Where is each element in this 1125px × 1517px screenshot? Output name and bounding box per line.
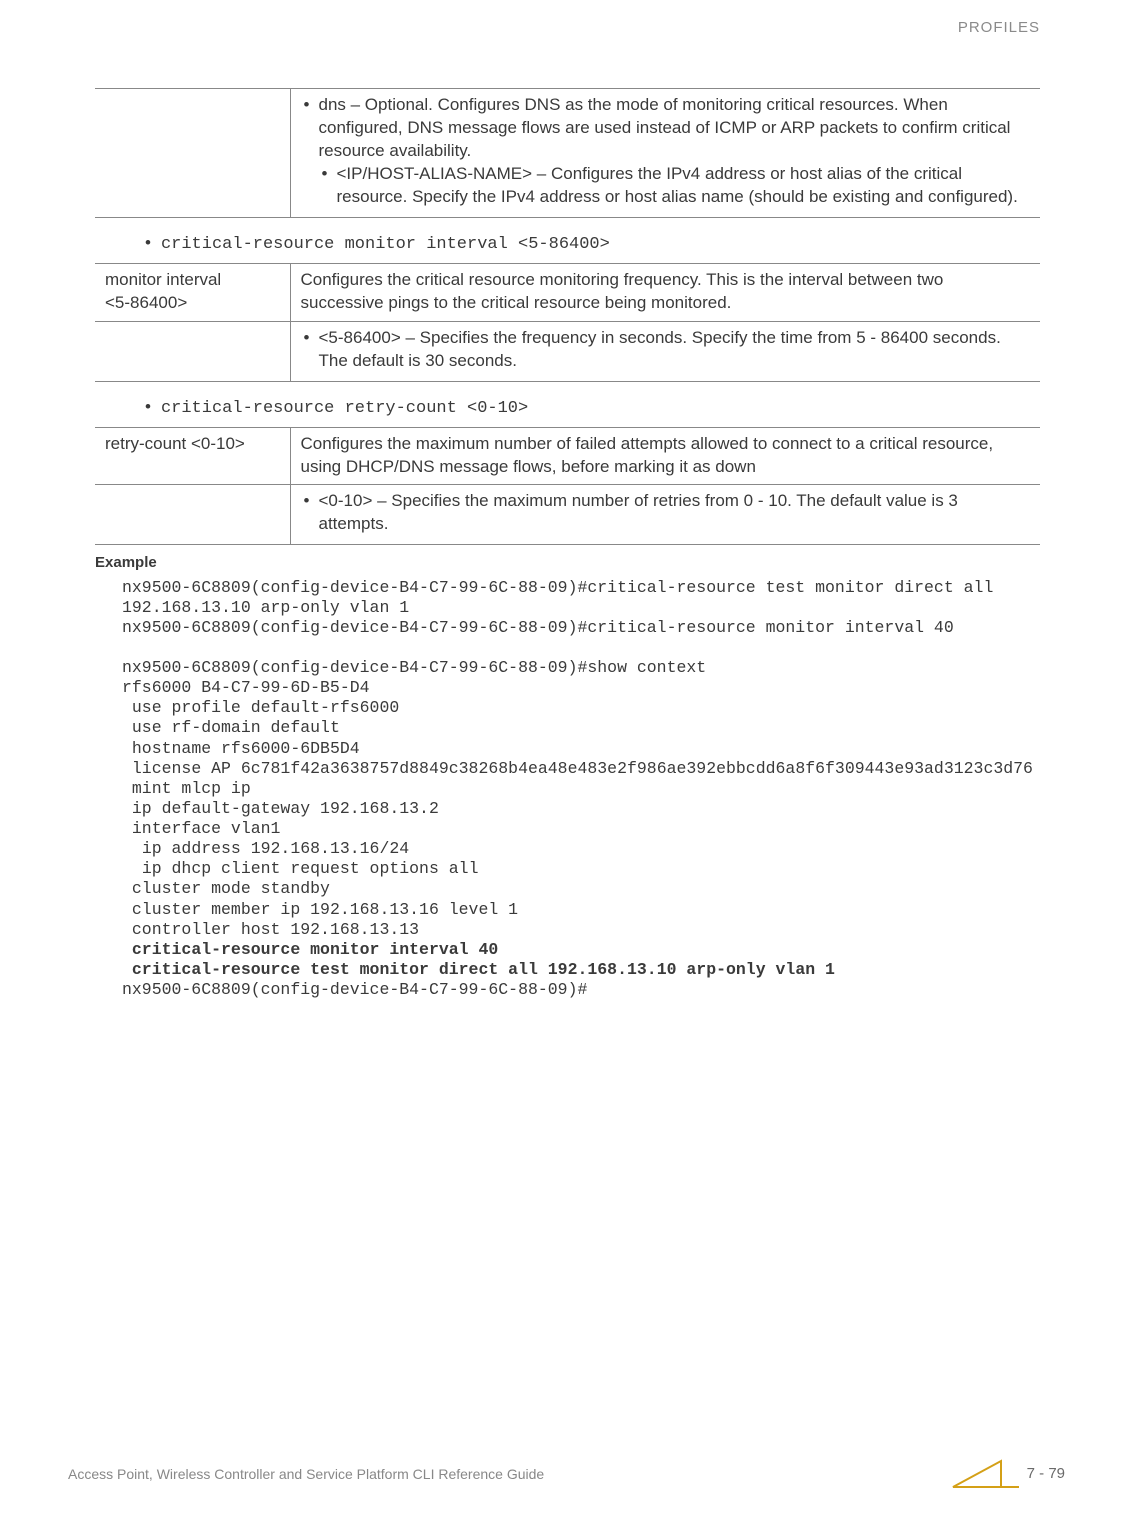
code-line-bold: critical-resource monitor interval 40 <box>122 940 498 959</box>
table-row: dns – Optional. Configures DNS as the mo… <box>95 89 1040 218</box>
nested-item: <IP/HOST-ALIAS-NAME> – Configures the IP… <box>319 163 1031 209</box>
code-line: nx9500-6C8809(config-device-B4-C7-99-6C-… <box>122 658 706 677</box>
bullet-list: dns – Optional. Configures DNS as the mo… <box>301 94 1031 209</box>
param-label-1: monitor interval <box>105 270 221 289</box>
syntax-line-2: critical-resource retry-count <0-10> <box>95 390 1040 427</box>
table-row: <0-10> – Specifies the maximum number of… <box>95 485 1040 545</box>
code-line: use rf-domain default <box>122 718 340 737</box>
code-line: controller host 192.168.13.13 <box>122 920 419 939</box>
dns-text: dns – Optional. Configures DNS as the mo… <box>319 95 1011 160</box>
desc-cell: <5-86400> – Specifies the frequency in s… <box>290 321 1040 381</box>
code-line: nx9500-6C8809(config-device-B4-C7-99-6C-… <box>122 578 1003 617</box>
table-dns-continuation: dns – Optional. Configures DNS as the mo… <box>95 88 1040 218</box>
table-retry-count: retry-count <0-10> Configures the maximu… <box>95 427 1040 546</box>
code-line: nx9500-6C8809(config-device-B4-C7-99-6C-… <box>122 618 954 637</box>
code-line: cluster member ip 192.168.13.16 level 1 <box>122 900 518 919</box>
page-footer: Access Point, Wireless Controller and Se… <box>68 1457 1065 1491</box>
table-row: <5-86400> – Specifies the frequency in s… <box>95 321 1040 381</box>
code-block: nx9500-6C8809(config-device-B4-C7-99-6C-… <box>95 578 1040 1001</box>
syntax-line-1: critical-resource monitor interval <5-86… <box>95 226 1040 263</box>
nested-list: <IP/HOST-ALIAS-NAME> – Configures the IP… <box>319 163 1031 209</box>
param-cell: retry-count <0-10> <box>95 427 290 485</box>
code-line: use profile default-rfs6000 <box>122 698 399 717</box>
section-title: PROFILES <box>958 19 1040 36</box>
code-line: mint mlcp ip <box>122 779 251 798</box>
param-label-2: <5-86400> <box>105 293 187 312</box>
param-cell-empty <box>95 485 290 545</box>
table-monitor-interval: monitor interval <5-86400> Configures th… <box>95 263 1040 382</box>
bullet-item: <0-10> – Specifies the maximum number of… <box>301 490 1031 536</box>
code-line: nx9500-6C8809(config-device-B4-C7-99-6C-… <box>122 980 587 999</box>
code-line: rfs6000 B4-C7-99-6D-B5-D4 <box>122 678 370 697</box>
code-line: hostname rfs6000-6DB5D4 <box>122 739 360 758</box>
bullet-list: <5-86400> – Specifies the frequency in s… <box>301 327 1031 373</box>
example-heading: Example <box>95 553 1040 573</box>
page-header: PROFILES <box>0 0 1125 48</box>
desc-cell: Configures the maximum number of failed … <box>290 427 1040 485</box>
footer-swoosh-icon <box>951 1457 1021 1491</box>
content-area: dns – Optional. Configures DNS as the mo… <box>0 48 1125 1000</box>
desc-cell: dns – Optional. Configures DNS as the mo… <box>290 89 1040 218</box>
table-row: monitor interval <5-86400> Configures th… <box>95 263 1040 321</box>
code-line: license AP 6c781f42a3638757d8849c38268b4… <box>122 759 1033 778</box>
code-line-bold: critical-resource test monitor direct al… <box>122 960 835 979</box>
code-line: interface vlan1 <box>122 819 280 838</box>
desc-cell: <0-10> – Specifies the maximum number of… <box>290 485 1040 545</box>
bullet-item: <5-86400> – Specifies the frequency in s… <box>301 327 1031 373</box>
code-line: ip dhcp client request options all <box>122 859 478 878</box>
param-cell: monitor interval <5-86400> <box>95 263 290 321</box>
param-cell-empty <box>95 321 290 381</box>
page-number-decor: 7 - 79 <box>951 1457 1065 1491</box>
desc-cell: Configures the critical resource monitor… <box>290 263 1040 321</box>
bullet-item: dns – Optional. Configures DNS as the mo… <box>301 94 1031 209</box>
table-row: retry-count <0-10> Configures the maximu… <box>95 427 1040 485</box>
page-number: 7 - 79 <box>1027 1464 1065 1484</box>
code-line: ip default-gateway 192.168.13.2 <box>122 799 439 818</box>
footer-title: Access Point, Wireless Controller and Se… <box>68 1465 544 1484</box>
code-line: cluster mode standby <box>122 879 330 898</box>
code-line: ip address 192.168.13.16/24 <box>122 839 409 858</box>
bullet-list: <0-10> – Specifies the maximum number of… <box>301 490 1031 536</box>
param-cell-empty <box>95 89 290 218</box>
